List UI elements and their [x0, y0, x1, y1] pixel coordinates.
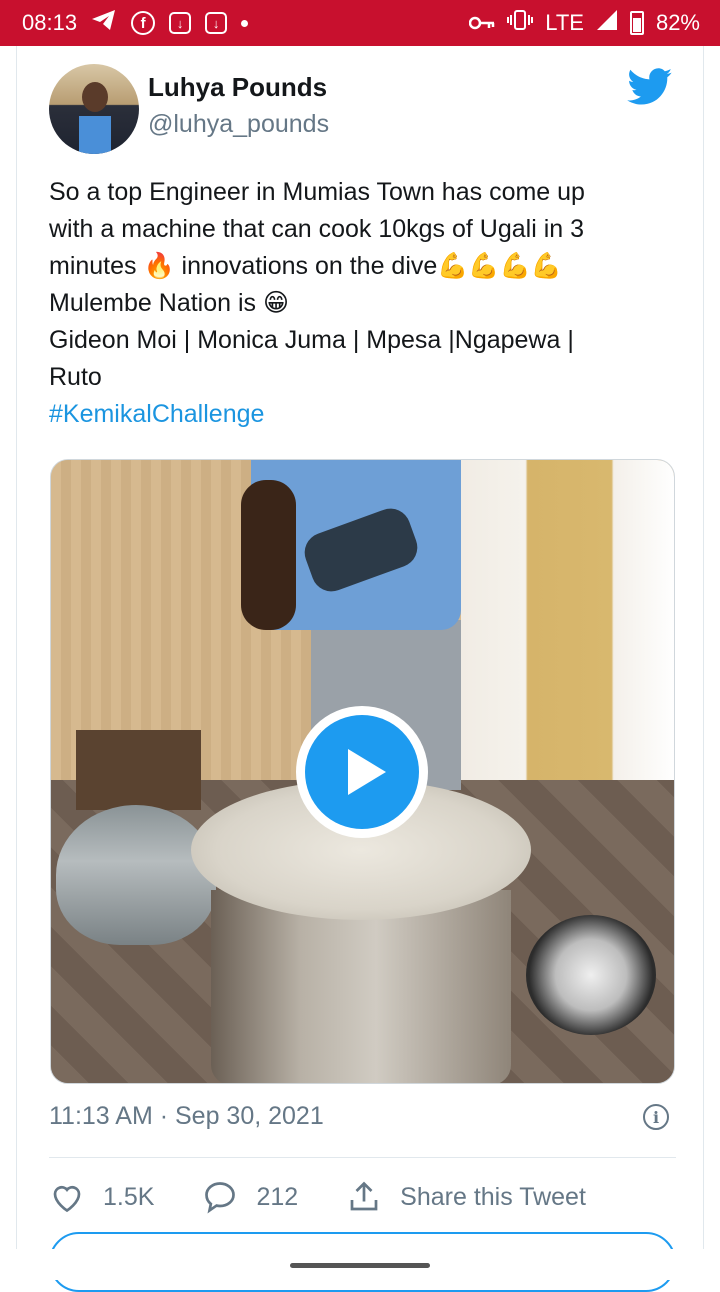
status-bar: 08:13 f ↓ ↓ LTE 82%: [0, 0, 720, 46]
tweet-line: Mulembe Nation is 😁: [49, 289, 290, 317]
notification-dot: [241, 19, 249, 27]
tweet-line: Ruto: [49, 363, 102, 391]
heart-icon: [53, 1185, 81, 1213]
tweet-line: with a machine that can cook 10kgs of Ug…: [49, 215, 585, 243]
tweet-line: Gideon Moi | Monica Juma | Mpesa |Ngapew…: [49, 326, 574, 354]
hashtag-link[interactable]: #KemikalChallenge: [49, 396, 679, 433]
download-icon: ↓: [205, 12, 228, 34]
tweet-line: So a top Engineer in Mumias Town has com…: [49, 178, 585, 206]
twitter-bird-icon: [627, 68, 673, 105]
like-button[interactable]: 1.5K: [49, 1179, 154, 1215]
user-name[interactable]: Luhya Pounds: [148, 72, 327, 103]
gesture-handle[interactable]: [290, 1263, 430, 1268]
reply-button[interactable]: 212: [202, 1179, 298, 1215]
divider: [49, 1157, 676, 1158]
navigation-bar: [0, 1249, 720, 1280]
battery-level: 82%: [655, 10, 700, 35]
tweet-timestamp[interactable]: 11:13 AM · Sep 30, 2021: [49, 1102, 324, 1131]
play-button[interactable]: [296, 706, 428, 838]
telegram-icon: [91, 9, 117, 37]
reply-icon: [205, 1182, 236, 1214]
share-icon: [350, 1181, 378, 1211]
signal-icon: [596, 9, 618, 37]
download-icon: ↓: [169, 12, 192, 34]
vibrate-icon: [507, 9, 534, 37]
share-button[interactable]: Share this Tweet: [346, 1179, 586, 1215]
tweet-card[interactable]: Luhya Pounds @luhya_pounds So a top Engi…: [16, 46, 704, 1292]
avatar[interactable]: [49, 64, 139, 154]
share-label: Share this Tweet: [400, 1182, 586, 1211]
play-icon: [305, 715, 419, 829]
status-time: 08:13: [22, 10, 78, 35]
key-icon: [468, 10, 495, 36]
info-icon[interactable]: i: [643, 1104, 669, 1130]
video-thumbnail[interactable]: [50, 459, 675, 1084]
user-handle[interactable]: @luhya_pounds: [148, 110, 329, 139]
battery-icon: [629, 11, 644, 35]
like-count: 1.5K: [103, 1182, 155, 1211]
network-type: LTE: [545, 10, 584, 35]
tweet-line: minutes 🔥 innovations on the dive💪💪💪💪: [49, 252, 562, 280]
facebook-icon: f: [131, 11, 156, 35]
reply-count: 212: [256, 1182, 299, 1211]
tweet-text: So a top Engineer in Mumias Town has com…: [49, 174, 679, 433]
tweet-actions: 1.5K 212 Share this Tweet: [49, 1174, 634, 1220]
